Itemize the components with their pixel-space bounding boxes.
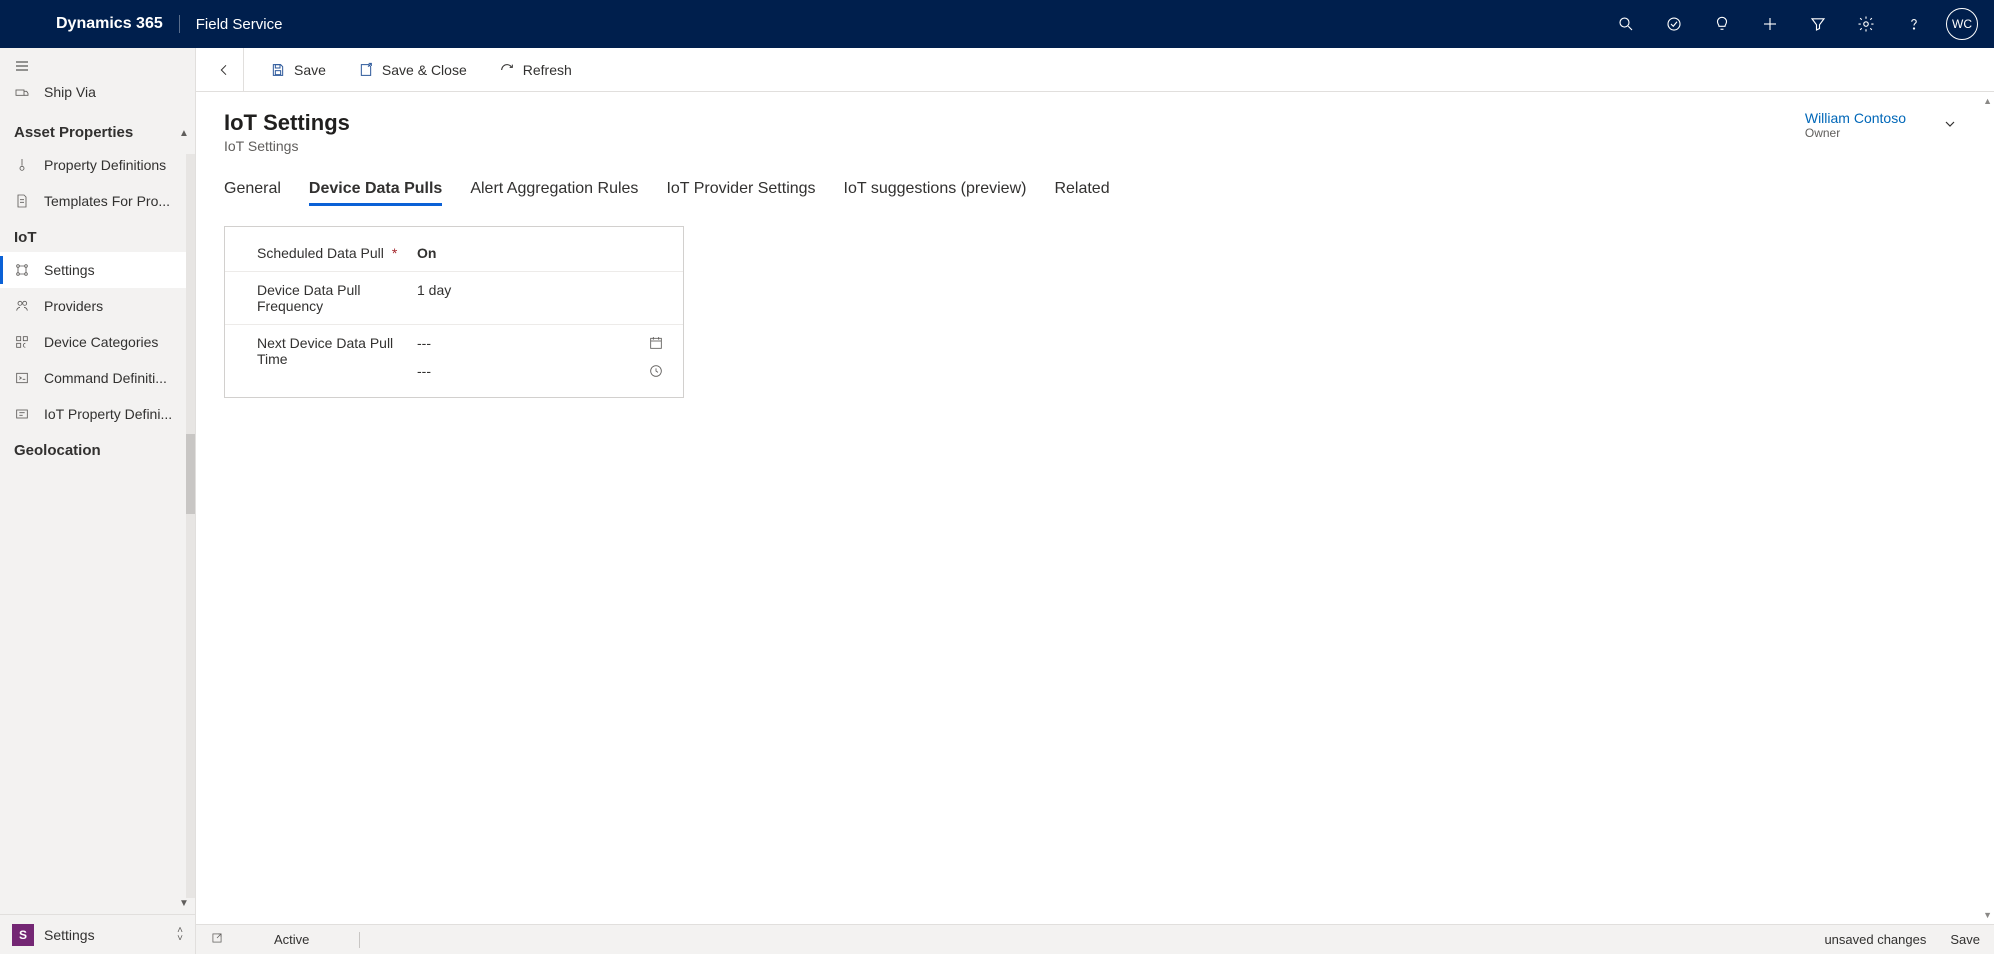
sidebar-scroll-up[interactable]: ▲: [177, 126, 191, 140]
owner-label: Owner: [1805, 126, 1906, 140]
footer-save-button[interactable]: Save: [1944, 932, 1980, 947]
owner-field[interactable]: William Contoso Owner: [1805, 110, 1934, 140]
command-bar: Save Save & Close Refresh: [196, 48, 1994, 92]
back-button[interactable]: [204, 48, 244, 92]
owner-name: William Contoso: [1805, 110, 1906, 126]
record-status: Active: [274, 932, 309, 947]
save-and-close-button[interactable]: Save & Close: [344, 48, 481, 92]
sidebar-item-label: IoT Property Defini...: [44, 406, 172, 422]
field-scheduled-data-pull[interactable]: Scheduled Data Pull* On: [225, 235, 683, 272]
page-header: IoT Settings IoT Settings William Contos…: [224, 110, 1966, 154]
device-categories-icon: [14, 334, 30, 350]
area-switcher[interactable]: S Settings ˄˅: [0, 914, 195, 954]
sidebar-item-iot-property-definitions[interactable]: IoT Property Defini...: [0, 396, 195, 432]
assistant-icon[interactable]: [1698, 0, 1746, 48]
save-button-label: Save: [294, 62, 326, 78]
status-bar: Active unsaved changes Save: [196, 924, 1994, 954]
header-expand-button[interactable]: [1934, 110, 1966, 132]
sidebar-item-label: Providers: [44, 298, 103, 314]
tab-iot-provider-settings[interactable]: IoT Provider Settings: [666, 180, 815, 206]
field-value-date: ---: [417, 335, 647, 351]
form-tabs: General Device Data Pulls Alert Aggregat…: [224, 180, 1966, 206]
iot-settings-icon: [14, 262, 30, 278]
tab-device-data-pulls[interactable]: Device Data Pulls: [309, 180, 442, 206]
sidebar-toggle-button[interactable]: [0, 48, 195, 84]
sidebar-item-label: Ship Via: [44, 84, 96, 100]
tab-related[interactable]: Related: [1054, 180, 1109, 206]
page-subtitle: IoT Settings: [224, 138, 1805, 154]
task-flow-icon[interactable]: [1650, 0, 1698, 48]
content-scroll-down[interactable]: ▼: [1983, 910, 1992, 920]
tab-alert-aggregation-rules[interactable]: Alert Aggregation Rules: [470, 180, 638, 206]
nav-group-asset-properties: Asset Properties: [0, 114, 195, 147]
clock-icon[interactable]: [647, 363, 665, 379]
nav-group-geolocation: Geolocation: [0, 432, 195, 465]
sidebar-item-label: Settings: [44, 262, 95, 278]
sidebar-item-command-definitions[interactable]: Command Definiti...: [0, 360, 195, 396]
area-chevrons-icon: ˄˅: [177, 927, 183, 943]
help-icon[interactable]: [1890, 0, 1938, 48]
iot-property-icon: [14, 406, 30, 422]
sitemap-sidebar: ▲ Ship Via Asset Properties Property Def…: [0, 48, 196, 954]
providers-icon: [14, 298, 30, 314]
app-name[interactable]: Field Service: [196, 16, 283, 33]
search-icon[interactable]: [1602, 0, 1650, 48]
sidebar-scrollbar-thumb[interactable]: [186, 434, 195, 514]
area-tile: S: [12, 924, 34, 946]
command-icon: [14, 370, 30, 386]
content-area: Save Save & Close Refresh IoT Settings I…: [196, 48, 1994, 954]
status-separator: [359, 932, 360, 948]
ship-via-icon: [14, 84, 30, 100]
sidebar-item-label: Property Definitions: [44, 157, 166, 173]
sidebar-item-providers[interactable]: Providers: [0, 288, 195, 324]
settings-gear-icon[interactable]: [1842, 0, 1890, 48]
tab-iot-suggestions[interactable]: IoT suggestions (preview): [844, 180, 1027, 206]
sidebar-item-label: Command Definiti...: [44, 370, 167, 386]
sidebar-scroll-down[interactable]: ▼: [177, 896, 191, 910]
user-avatar[interactable]: WC: [1946, 8, 1978, 40]
sidebar-scrollbar-track: [186, 154, 195, 898]
sidebar-item-ship-via[interactable]: Ship Via: [0, 84, 195, 114]
save-close-button-label: Save & Close: [382, 62, 467, 78]
page-title: IoT Settings: [224, 110, 1805, 136]
required-indicator: *: [392, 245, 397, 261]
nav-group-iot: IoT: [0, 219, 195, 252]
area-name: Settings: [44, 927, 167, 943]
sidebar-item-device-categories[interactable]: Device Categories: [0, 324, 195, 360]
add-icon[interactable]: [1746, 0, 1794, 48]
calendar-icon[interactable]: [647, 335, 665, 351]
field-value: 1 day: [417, 282, 665, 314]
field-value: On: [417, 245, 665, 261]
field-label: Next Device Data Pull Time: [257, 335, 417, 379]
field-data-pull-frequency[interactable]: Device Data Pull Frequency 1 day: [225, 272, 683, 325]
tab-general[interactable]: General: [224, 180, 281, 206]
filter-icon[interactable]: [1794, 0, 1842, 48]
refresh-button[interactable]: Refresh: [485, 48, 586, 92]
popout-icon[interactable]: [210, 931, 224, 948]
refresh-button-label: Refresh: [523, 62, 572, 78]
sidebar-item-property-definitions[interactable]: Property Definitions: [0, 147, 195, 183]
unsaved-changes-label: unsaved changes: [1824, 932, 1926, 947]
document-icon: [14, 193, 30, 209]
field-label: Scheduled Data Pull*: [257, 245, 417, 261]
field-value-time: ---: [417, 363, 647, 379]
sidebar-item-label: Templates For Pro...: [44, 193, 170, 209]
sidebar-item-iot-settings[interactable]: Settings: [0, 252, 195, 288]
sidebar-item-templates-for-properties[interactable]: Templates For Pro...: [0, 183, 195, 219]
product-brand[interactable]: Dynamics 365: [56, 15, 180, 33]
footer-save-label: Save: [1950, 932, 1980, 947]
field-next-data-pull-time[interactable]: Next Device Data Pull Time --- ---: [225, 325, 683, 389]
field-label: Device Data Pull Frequency: [257, 282, 417, 314]
global-nav-bar: Dynamics 365 Field Service WC: [0, 0, 1994, 48]
form-section: Scheduled Data Pull* On Device Data Pull…: [224, 226, 684, 398]
sidebar-item-label: Device Categories: [44, 334, 158, 350]
content-scroll-up[interactable]: ▲: [1983, 96, 1992, 106]
save-button[interactable]: Save: [256, 48, 340, 92]
thermometer-icon: [14, 157, 30, 173]
